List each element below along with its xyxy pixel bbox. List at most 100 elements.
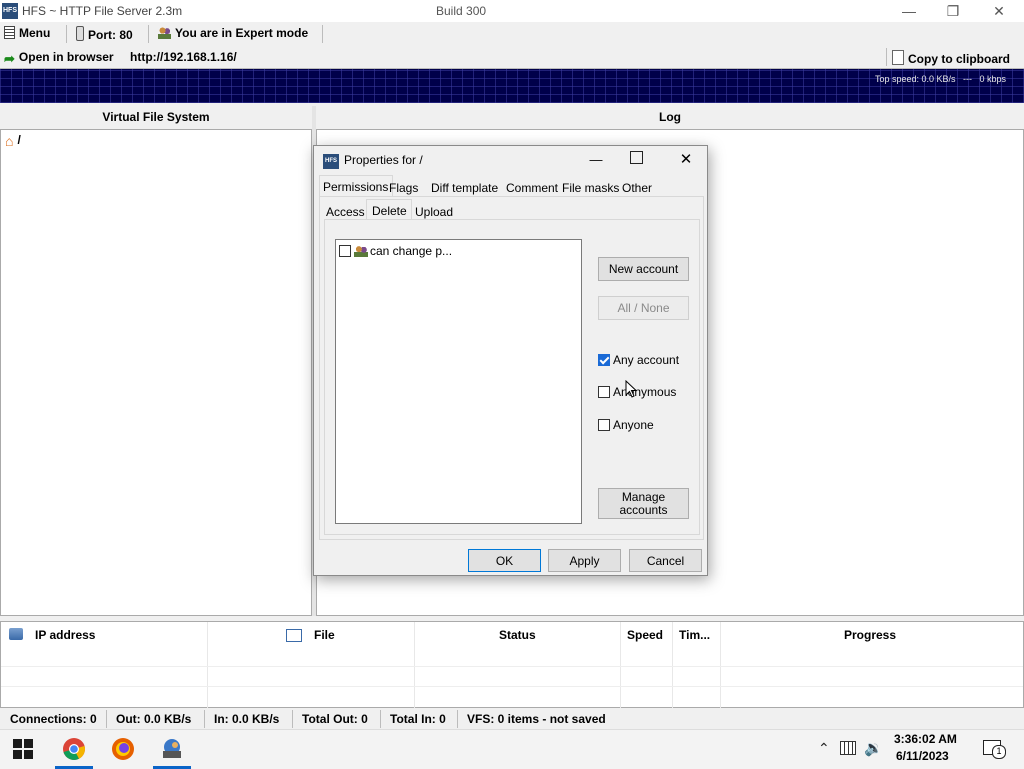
- window-title: HFS ~ HTTP File Server 2.3m: [22, 4, 183, 18]
- column-divider: [720, 622, 721, 708]
- tab-permissions[interactable]: Permissions: [319, 175, 394, 196]
- tab-flags[interactable]: Flags: [389, 181, 418, 195]
- row-line: [1, 666, 1023, 667]
- chrome-icon: [63, 738, 85, 760]
- tab-other[interactable]: Other: [622, 181, 652, 195]
- firefox-icon: [112, 738, 134, 760]
- mouse-cursor-icon: [625, 380, 637, 398]
- clipboard-icon: [892, 50, 904, 65]
- subtab-delete[interactable]: Delete: [366, 199, 412, 219]
- taskbar-chrome[interactable]: [51, 730, 97, 769]
- new-account-button[interactable]: New account: [598, 257, 689, 281]
- column-divider: [620, 622, 621, 708]
- port-button[interactable]: Port: 80: [76, 26, 133, 42]
- anonymous-option[interactable]: Anonymous: [598, 385, 676, 399]
- list-item[interactable]: can change p...: [339, 244, 452, 258]
- minimize-button[interactable]: —: [886, 0, 932, 22]
- column-divider: [672, 622, 673, 708]
- main-toolbar: Menu Port: 80 You are in Expert mode: [0, 22, 1024, 47]
- url-toolbar: ➦ Open in browser http://192.168.1.16/ Co…: [0, 46, 1024, 69]
- taskbar-hfs[interactable]: [149, 730, 195, 769]
- users-icon: [354, 245, 368, 257]
- network-icon: [9, 628, 23, 640]
- toolbar-separator: [148, 25, 149, 43]
- any-account-checkbox[interactable]: [598, 354, 610, 366]
- dialog-minimize-button[interactable]: —: [584, 149, 608, 171]
- column-file[interactable]: File: [314, 628, 335, 642]
- tab-diff-template[interactable]: Diff template: [431, 181, 498, 195]
- tab-file-masks[interactable]: File masks: [562, 181, 619, 195]
- keyboard-icon[interactable]: [840, 741, 856, 755]
- status-separator: [292, 710, 293, 728]
- manage-accounts-button[interactable]: Manage accounts: [598, 488, 689, 519]
- home-icon: ⌂: [5, 133, 14, 149]
- tab-comment[interactable]: Comment: [506, 181, 558, 195]
- column-speed[interactable]: Speed: [627, 628, 663, 642]
- column-divider: [414, 622, 415, 708]
- expert-mode-button[interactable]: You are in Expert mode: [158, 26, 308, 40]
- vfs-tree[interactable]: ⌂ /: [0, 129, 312, 616]
- users-icon: [158, 26, 171, 39]
- column-status[interactable]: Status: [499, 628, 536, 642]
- status-separator: [457, 710, 458, 728]
- status-total-out: Total Out: 0: [302, 712, 368, 726]
- properties-dialog: HFS Properties for / — ✕ Permissions Fla…: [313, 145, 708, 576]
- vfs-header: Virtual File System: [102, 110, 210, 124]
- dialog-maximize-button[interactable]: [630, 151, 643, 164]
- copy-clipboard-button[interactable]: Copy to clipboard: [892, 50, 1010, 66]
- any-account-option[interactable]: Any account: [598, 353, 679, 367]
- cancel-button[interactable]: Cancel: [629, 549, 702, 572]
- menu-button[interactable]: Menu: [4, 26, 50, 40]
- close-button[interactable]: ✕: [976, 0, 1022, 22]
- speed-graph: Top speed: 0.0 KB/s --- 0 kbps: [0, 69, 1024, 103]
- status-in: In: 0.0 KB/s: [214, 712, 280, 726]
- apply-button[interactable]: Apply: [548, 549, 621, 572]
- check-icon: [599, 354, 610, 365]
- plug-icon: [76, 26, 84, 41]
- toolbar-separator: [66, 25, 67, 43]
- status-separator: [106, 710, 107, 728]
- anyone-option[interactable]: Anyone: [598, 418, 654, 432]
- account-checkbox[interactable]: [339, 245, 351, 257]
- windows-icon: [13, 739, 33, 759]
- column-time[interactable]: Tim...: [679, 628, 710, 642]
- taskbar: ⌃ 🔉 3:36:02 AM 6/11/2023 1: [0, 729, 1024, 769]
- volume-icon[interactable]: 🔉: [864, 739, 883, 757]
- clock-date[interactable]: 6/11/2023: [896, 749, 949, 763]
- dialog-title: Properties for /: [344, 153, 423, 167]
- row-line: [1, 686, 1023, 687]
- open-browser-button[interactable]: ➦ Open in browser: [4, 50, 114, 67]
- menu-icon: [4, 26, 15, 39]
- notification-badge: 1: [992, 745, 1006, 759]
- anonymous-checkbox[interactable]: [598, 386, 610, 398]
- subtab-access[interactable]: Access: [326, 205, 365, 219]
- notifications-icon[interactable]: 1: [983, 740, 1006, 759]
- status-separator: [204, 710, 205, 728]
- subtab-upload[interactable]: Upload: [415, 205, 453, 219]
- status-bar: Connections: 0 Out: 0.0 KB/s In: 0.0 KB/…: [0, 709, 1024, 729]
- status-separator: [380, 710, 381, 728]
- hfs-logo-icon: HFS: [2, 3, 18, 19]
- server-url-link[interactable]: http://192.168.1.16/: [130, 50, 237, 64]
- anyone-checkbox[interactable]: [598, 419, 610, 431]
- column-ip-address[interactable]: IP address: [35, 628, 95, 642]
- taskbar-firefox[interactable]: [100, 730, 146, 769]
- column-progress[interactable]: Progress: [844, 628, 896, 642]
- title-bar: HFS HFS ~ HTTP File Server 2.3m Build 30…: [0, 0, 1024, 22]
- status-vfs: VFS: 0 items - not saved: [467, 712, 606, 726]
- ok-button[interactable]: OK: [468, 549, 541, 572]
- start-button[interactable]: [0, 730, 46, 769]
- accounts-list[interactable]: can change p...: [335, 239, 582, 524]
- all-none-button[interactable]: All / None: [598, 296, 689, 320]
- clock-time[interactable]: 3:36:02 AM: [894, 732, 957, 746]
- restore-button[interactable]: ❐: [930, 0, 976, 22]
- status-connections: Connections: 0: [10, 712, 97, 726]
- file-icon: [286, 629, 302, 642]
- chevron-up-icon[interactable]: ⌃: [818, 740, 830, 757]
- vfs-root-item[interactable]: ⌂ /: [5, 133, 21, 149]
- log-header: Log: [659, 110, 681, 124]
- column-divider: [207, 622, 208, 708]
- dialog-close-button[interactable]: ✕: [674, 149, 698, 171]
- build-label: Build 300: [436, 4, 487, 18]
- connections-list[interactable]: IP address File Status Speed Tim... Prog…: [0, 621, 1024, 708]
